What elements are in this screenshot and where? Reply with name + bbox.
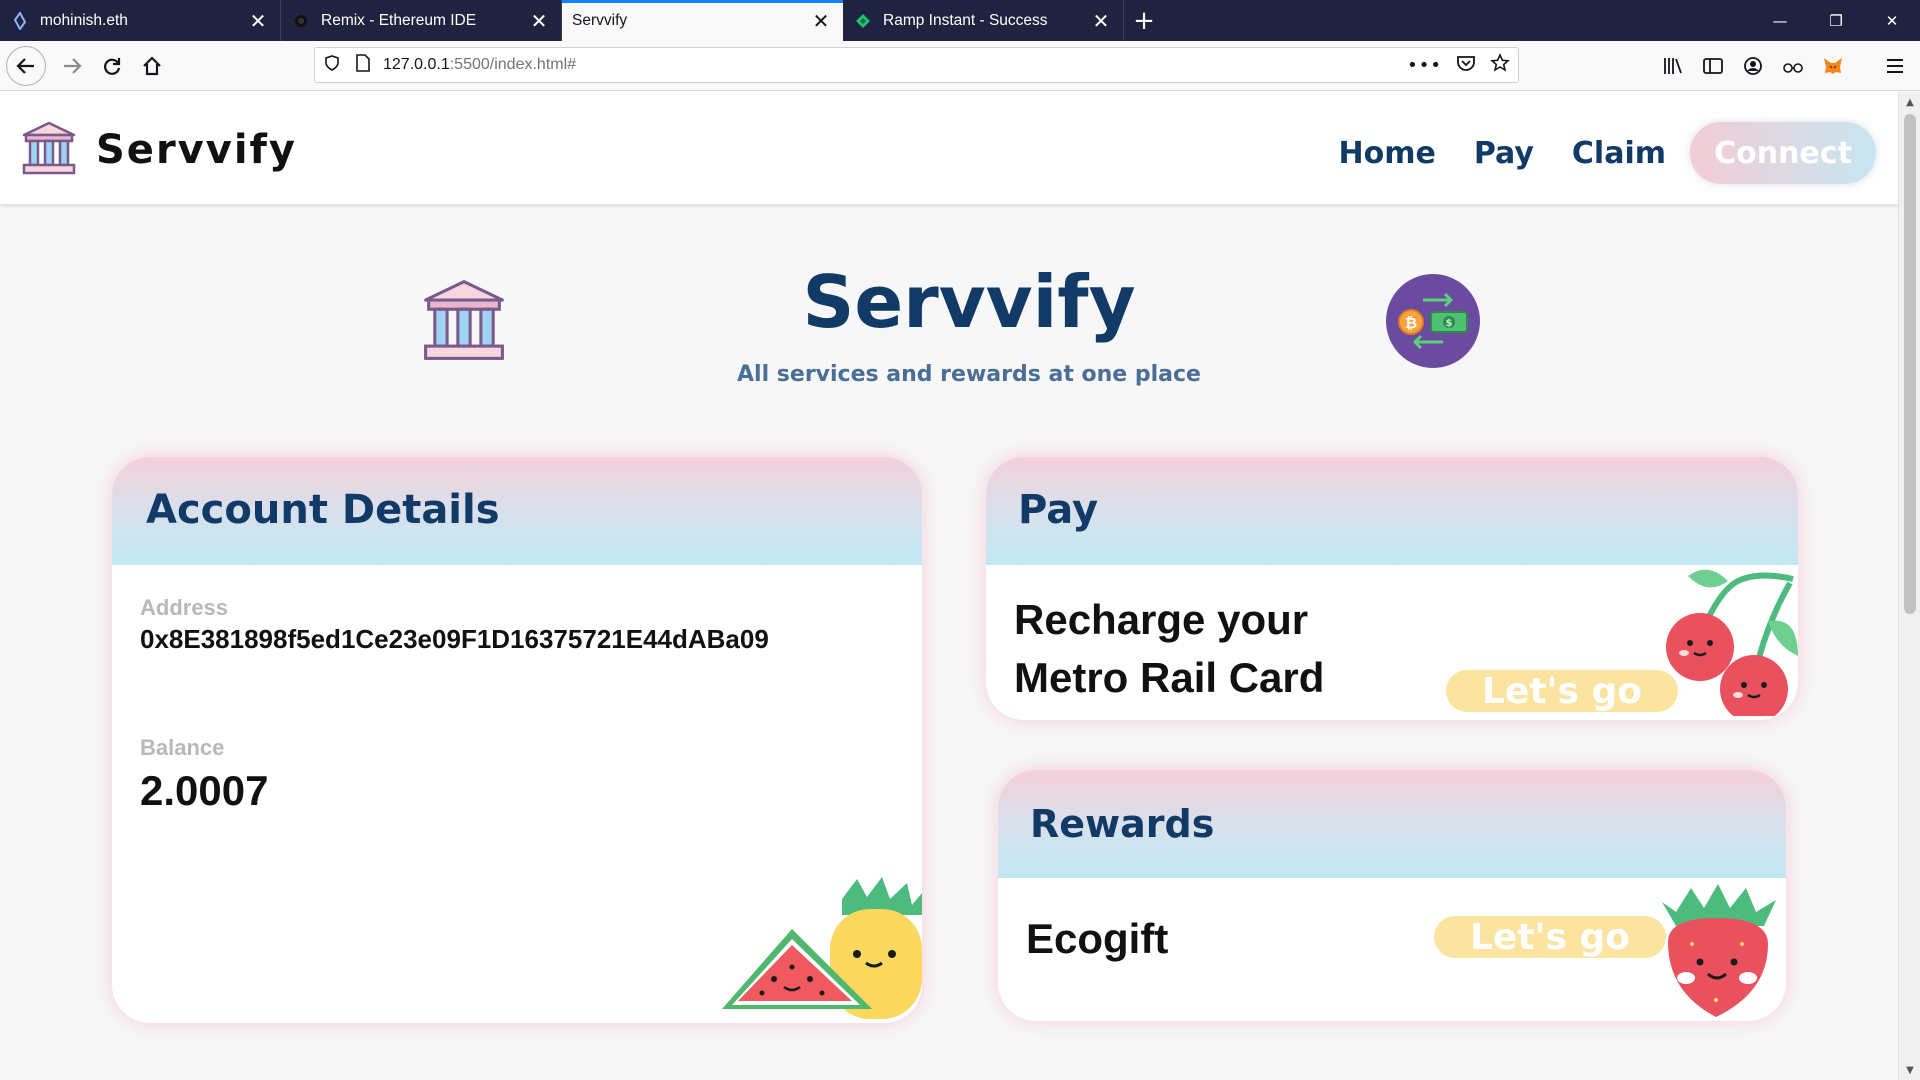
balance-value: 2.0007 bbox=[140, 767, 269, 814]
nav-claim-link[interactable]: Claim bbox=[1572, 136, 1666, 171]
brand-name: Servvify bbox=[96, 127, 297, 173]
fruits-illustration-icon bbox=[722, 869, 922, 1023]
menu-icon[interactable] bbox=[1878, 49, 1912, 83]
page-viewport: Servvify Home Pay Claim Connect Servvify… bbox=[0, 92, 1898, 1080]
tab-strip: mohinish.eth ✕ Remix - Ethereum IDE ✕ Se… bbox=[0, 0, 1920, 41]
tab-servvify[interactable]: Servvify ✕ bbox=[562, 0, 843, 41]
page-scrollbar[interactable]: ▲ ▼ bbox=[1898, 92, 1920, 1080]
pocket-icon[interactable] bbox=[1456, 53, 1476, 77]
tab-title: mohinish.eth bbox=[40, 11, 128, 29]
tab-title: Ramp Instant - Success bbox=[883, 11, 1048, 29]
bookmark-star-icon[interactable] bbox=[1490, 53, 1510, 77]
close-tab-icon[interactable]: ✕ bbox=[529, 11, 549, 31]
navigation-toolbar: 127.0.0.1:5500/index.html# ••• bbox=[0, 41, 1920, 91]
url-path: :5500/index.html# bbox=[449, 56, 577, 73]
tab-mohinish[interactable]: mohinish.eth ✕ bbox=[0, 0, 281, 41]
remix-icon bbox=[291, 11, 311, 31]
close-window-icon[interactable]: ✕ bbox=[1864, 0, 1920, 41]
card-title: Pay bbox=[1018, 487, 1099, 533]
hero-title: Servvify bbox=[802, 260, 1136, 344]
account-details-card: Account Details Address 0x8E381898f5ed1C… bbox=[112, 457, 922, 1023]
new-tab-button[interactable]: + bbox=[1124, 0, 1164, 41]
library-icon[interactable] bbox=[1656, 49, 1690, 83]
ramp-icon bbox=[853, 11, 873, 31]
tab-title: Servvify bbox=[572, 11, 628, 29]
shield-icon[interactable] bbox=[323, 54, 341, 76]
extension-icon[interactable] bbox=[1776, 49, 1810, 83]
address-bar[interactable]: 127.0.0.1:5500/index.html# ••• bbox=[314, 47, 1519, 83]
card-title: Account Details bbox=[146, 487, 500, 533]
brand[interactable]: Servvify bbox=[20, 120, 297, 180]
tab-title: Remix - Ethereum IDE bbox=[321, 11, 477, 29]
nav-pay-link[interactable]: Pay bbox=[1474, 136, 1534, 171]
metro-recharge-line2: Metro Rail Card bbox=[1014, 654, 1325, 701]
minimize-icon[interactable]: — bbox=[1752, 0, 1808, 41]
card-title: Rewards bbox=[1030, 802, 1215, 846]
svg-text:₿: ₿ bbox=[1405, 314, 1417, 332]
url-host: 127.0.0.1 bbox=[383, 56, 450, 73]
scroll-down-icon[interactable]: ▼ bbox=[1899, 1060, 1920, 1080]
restore-icon[interactable]: ❐ bbox=[1808, 0, 1864, 41]
address-label: Address bbox=[140, 595, 229, 620]
svg-text:$: $ bbox=[1446, 318, 1453, 329]
nav-home-link[interactable]: Home bbox=[1339, 136, 1436, 171]
close-tab-icon[interactable]: ✕ bbox=[811, 11, 831, 31]
hero-subtitle: All services and rewards at one place bbox=[737, 362, 1201, 387]
cherries-illustration-icon bbox=[1658, 561, 1798, 720]
tab-remix[interactable]: Remix - Ethereum IDE ✕ bbox=[281, 0, 562, 41]
rewards-card: Rewards Ecogift Let's go bbox=[998, 770, 1786, 1021]
site-nav: Home Pay Claim Connect bbox=[1339, 122, 1876, 184]
ens-icon bbox=[10, 11, 30, 31]
forward-button[interactable] bbox=[54, 48, 90, 84]
connect-button[interactable]: Connect bbox=[1690, 122, 1876, 184]
scrollbar-thumb[interactable] bbox=[1904, 114, 1916, 614]
pay-card: Pay Recharge your Metro Rail Card Let's … bbox=[986, 457, 1798, 720]
page-actions-icon[interactable]: ••• bbox=[1407, 55, 1442, 76]
page-icon[interactable] bbox=[355, 54, 371, 76]
bank-logo-icon bbox=[20, 120, 78, 180]
scroll-up-icon[interactable]: ▲ bbox=[1899, 92, 1920, 112]
metamask-icon[interactable] bbox=[1816, 49, 1850, 83]
crypto-exchange-icon: ₿ $ bbox=[1386, 274, 1480, 368]
sidebar-icon[interactable] bbox=[1696, 49, 1730, 83]
reload-button[interactable] bbox=[94, 48, 130, 84]
site-header: Servvify Home Pay Claim Connect bbox=[0, 92, 1898, 204]
close-tab-icon[interactable]: ✕ bbox=[1091, 11, 1111, 31]
pay-lets-go-button[interactable]: Let's go bbox=[1446, 670, 1678, 712]
card-header bbox=[986, 457, 1798, 565]
address-value: 0x8E381898f5ed1Ce23e09F1D16375721E44dABa… bbox=[140, 624, 769, 654]
metro-recharge-line1: Recharge your bbox=[1014, 596, 1309, 643]
back-button[interactable] bbox=[6, 45, 46, 86]
close-tab-icon[interactable]: ✕ bbox=[248, 11, 268, 31]
ecogift-item: Ecogift bbox=[1026, 915, 1169, 962]
url-text[interactable]: 127.0.0.1:5500/index.html# bbox=[383, 56, 576, 74]
rewards-lets-go-button[interactable]: Let's go bbox=[1434, 916, 1666, 958]
account-icon[interactable] bbox=[1736, 49, 1770, 83]
tab-ramp[interactable]: Ramp Instant - Success ✕ bbox=[843, 0, 1124, 41]
window-controls: — ❐ ✕ bbox=[1752, 0, 1920, 41]
balance-label: Balance bbox=[140, 735, 225, 760]
home-button[interactable] bbox=[134, 48, 170, 84]
strawberry-illustration-icon bbox=[1656, 882, 1786, 1021]
